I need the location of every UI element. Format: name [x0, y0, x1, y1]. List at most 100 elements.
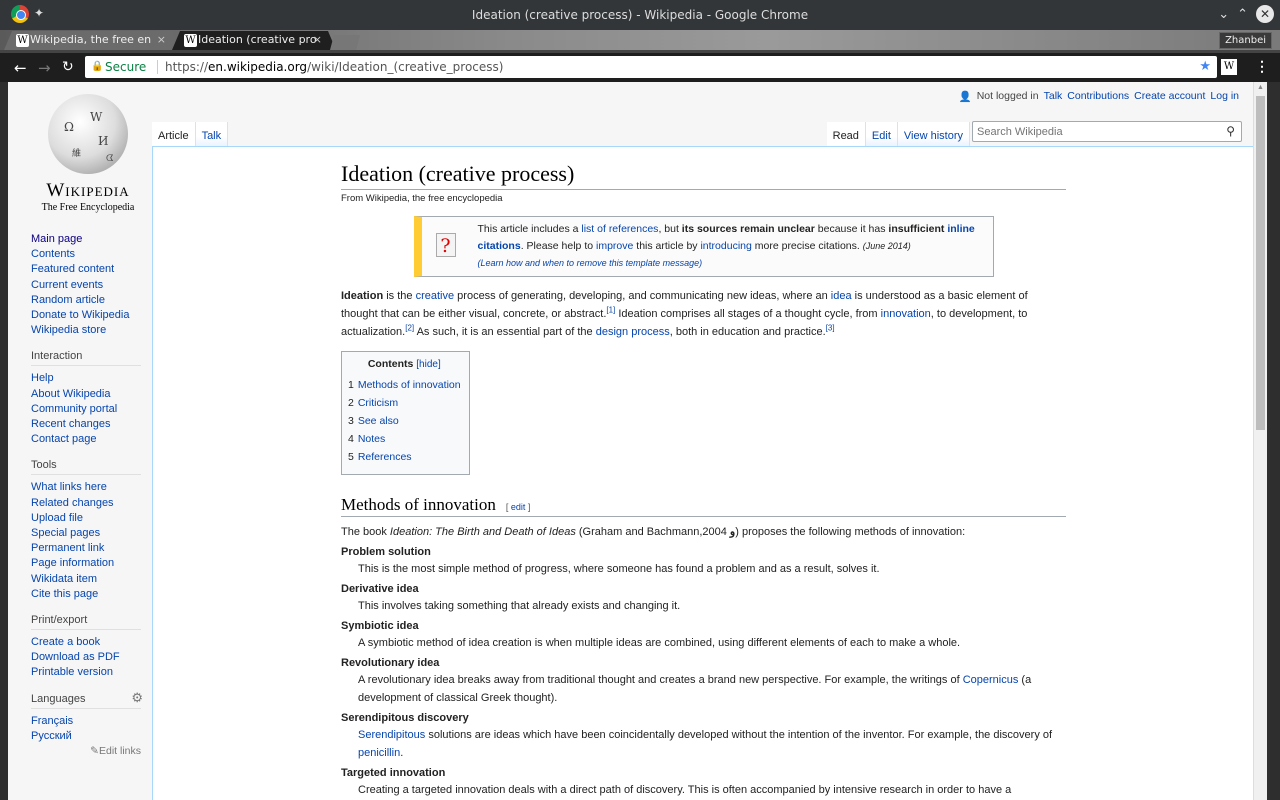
- edit-section-link[interactable]: edit: [511, 502, 526, 512]
- notice-date: (June 2014): [862, 241, 911, 251]
- tab-wikipedia-main[interactable]: W Wikipedia, the free en ×: [4, 31, 180, 50]
- wikipedia-logo[interactable]: ΩWИ維ᗧ Wikipedia The Free Encyclopedia: [38, 94, 138, 214]
- notice-text: because it has: [814, 223, 889, 235]
- sidebar-item-random-article[interactable]: Random article: [31, 293, 152, 308]
- maximize-icon[interactable]: ⌃: [1237, 7, 1248, 22]
- learn-remove-template-link[interactable]: (Learn how and when to remove this templ…: [478, 258, 703, 268]
- user-icon: 👤: [958, 91, 972, 103]
- sidebar-item-download-pdf[interactable]: Download as PDF: [31, 650, 152, 665]
- forward-arrow-icon[interactable]: →: [38, 59, 51, 77]
- search-input[interactable]: [973, 122, 1213, 141]
- sidebar-item-permanent-link[interactable]: Permanent link: [31, 541, 152, 556]
- log-in-link[interactable]: Log in: [1210, 90, 1239, 103]
- close-window-icon[interactable]: ✕: [1256, 5, 1274, 23]
- tab-ideation[interactable]: W Ideation (creative pro ×: [172, 31, 336, 50]
- sidebar-item-community-portal[interactable]: Community portal: [31, 402, 152, 417]
- copernicus-link[interactable]: Copernicus: [963, 674, 1019, 686]
- sidebar-item-create-book[interactable]: Create a book: [31, 635, 152, 650]
- create-account-link[interactable]: Create account: [1134, 90, 1205, 103]
- sidebar-item-help[interactable]: Help: [31, 371, 152, 386]
- method-desc: This is the most simple method of progre…: [358, 563, 880, 575]
- idea-link[interactable]: idea: [831, 290, 852, 302]
- notice-text: This article includes a: [477, 223, 582, 235]
- new-tab-button[interactable]: [330, 35, 360, 50]
- toc-number: 5: [348, 451, 354, 463]
- pencil-icon: ✎: [90, 745, 99, 758]
- profile-button[interactable]: Zhanbei: [1219, 32, 1272, 49]
- sidebar-item-special-pages[interactable]: Special pages: [31, 526, 152, 541]
- sidebar-item-page-information[interactable]: Page information: [31, 556, 152, 571]
- method-term: Symbiotic idea: [341, 620, 419, 632]
- sidebar-item-current-events[interactable]: Current events: [31, 278, 152, 293]
- close-tab-icon[interactable]: ×: [313, 31, 322, 49]
- personal-tools: 👤 Not logged in Talk Contributions Creat…: [959, 90, 1239, 103]
- toc-number: 3: [348, 415, 354, 427]
- ref-1[interactable]: [1]: [606, 305, 615, 314]
- sidebar-item-cite-this-page[interactable]: Cite this page: [31, 587, 152, 602]
- tab-article[interactable]: Article: [152, 122, 196, 146]
- sidebar-item-related-changes[interactable]: Related changes: [31, 496, 152, 511]
- text: .: [400, 747, 404, 759]
- bookmark-star-icon[interactable]: ★: [1199, 56, 1211, 78]
- sidebar-item-what-links-here[interactable]: What links here: [31, 480, 152, 495]
- tab-view-history[interactable]: View history: [897, 122, 970, 146]
- list-of-references-link[interactable]: list of references: [581, 223, 658, 235]
- toc-link-criticism[interactable]: Criticism: [358, 397, 398, 409]
- creative-link[interactable]: creative: [416, 290, 455, 302]
- method-term: Serendipitous discovery: [341, 712, 469, 724]
- sidebar-item-upload-file[interactable]: Upload file: [31, 511, 152, 526]
- contributions-link[interactable]: Contributions: [1067, 90, 1129, 103]
- language-russian[interactable]: Русский: [31, 729, 152, 744]
- sidebar-item-main-page[interactable]: Main page: [31, 232, 152, 247]
- introducing-link[interactable]: introducing: [700, 240, 751, 252]
- url-host: en.wikipedia.org: [208, 60, 308, 74]
- innovation-link[interactable]: innovation: [881, 308, 931, 320]
- back-arrow-icon[interactable]: ←: [14, 59, 27, 77]
- minimize-icon[interactable]: ⌄: [1218, 7, 1229, 22]
- tab-strip: W Wikipedia, the free en × W Ideation (c…: [0, 30, 1280, 50]
- edit-links[interactable]: ✎Edit links: [31, 744, 141, 759]
- tab-read[interactable]: Read: [826, 122, 866, 146]
- close-tab-icon[interactable]: ×: [157, 31, 166, 49]
- penicillin-link[interactable]: penicillin: [358, 747, 400, 759]
- scrollbar-thumb[interactable]: [1256, 96, 1265, 430]
- reload-icon[interactable]: ↻: [62, 59, 74, 75]
- chrome-menu-icon[interactable]: ⋮: [1255, 58, 1269, 75]
- sidebar-heading: Tools: [31, 459, 141, 476]
- page-scrollbar[interactable]: ▲: [1253, 82, 1267, 800]
- toc-link-references[interactable]: References: [358, 451, 412, 463]
- url-text[interactable]: https://en.wikipedia.org/wiki/Ideation_(…: [165, 56, 503, 78]
- ref-3[interactable]: [3]: [826, 323, 835, 332]
- tab-edit[interactable]: Edit: [865, 122, 898, 146]
- sidebar-item-about[interactable]: About Wikipedia: [31, 387, 152, 402]
- sidebar-item-store[interactable]: Wikipedia store: [31, 323, 152, 338]
- content-area: Ideation (creative process) From Wikiped…: [152, 146, 1261, 800]
- method-term: Revolutionary idea: [341, 657, 440, 669]
- language-french[interactable]: Français: [31, 714, 152, 729]
- wikipedia-extension-icon[interactable]: W: [1221, 59, 1237, 75]
- toc-hide-toggle[interactable]: [hide]: [416, 359, 440, 370]
- table-of-contents: Contents [hide] 1 Methods of innovation 2…: [341, 351, 470, 475]
- sidebar-item-contact[interactable]: Contact page: [31, 432, 152, 447]
- design-process-link[interactable]: design process: [596, 326, 670, 338]
- improve-link[interactable]: improve: [596, 240, 633, 252]
- toc-link-see-also[interactable]: See also: [358, 415, 399, 427]
- wikipedia-tagline: The Free Encyclopedia: [41, 202, 135, 213]
- tab-talk[interactable]: Talk: [195, 122, 229, 146]
- toc-link-methods[interactable]: Methods of innovation: [358, 379, 461, 391]
- talk-link[interactable]: Talk: [1044, 90, 1063, 103]
- toc-link-notes[interactable]: Notes: [358, 433, 385, 445]
- address-bar[interactable]: 🔒 Secure https://en.wikipedia.org/wiki/I…: [85, 56, 1217, 78]
- scroll-up-arrow-icon[interactable]: ▲: [1257, 84, 1264, 91]
- sidebar-item-donate[interactable]: Donate to Wikipedia: [31, 308, 152, 323]
- gear-icon[interactable]: ⚙: [131, 690, 143, 706]
- ref-2[interactable]: [2]: [405, 323, 414, 332]
- sidebar-item-printable-version[interactable]: Printable version: [31, 665, 152, 680]
- sidebar-item-contents[interactable]: Contents: [31, 247, 152, 262]
- search-icon[interactable]: ⚲: [1226, 124, 1235, 138]
- sidebar-item-wikidata-item[interactable]: Wikidata item: [31, 572, 152, 587]
- serendipitous-link[interactable]: Serendipitous: [358, 729, 425, 741]
- citation-notice: ? This article includes a list of refere…: [413, 216, 994, 277]
- sidebar-item-recent-changes[interactable]: Recent changes: [31, 417, 152, 432]
- sidebar-item-featured-content[interactable]: Featured content: [31, 262, 152, 277]
